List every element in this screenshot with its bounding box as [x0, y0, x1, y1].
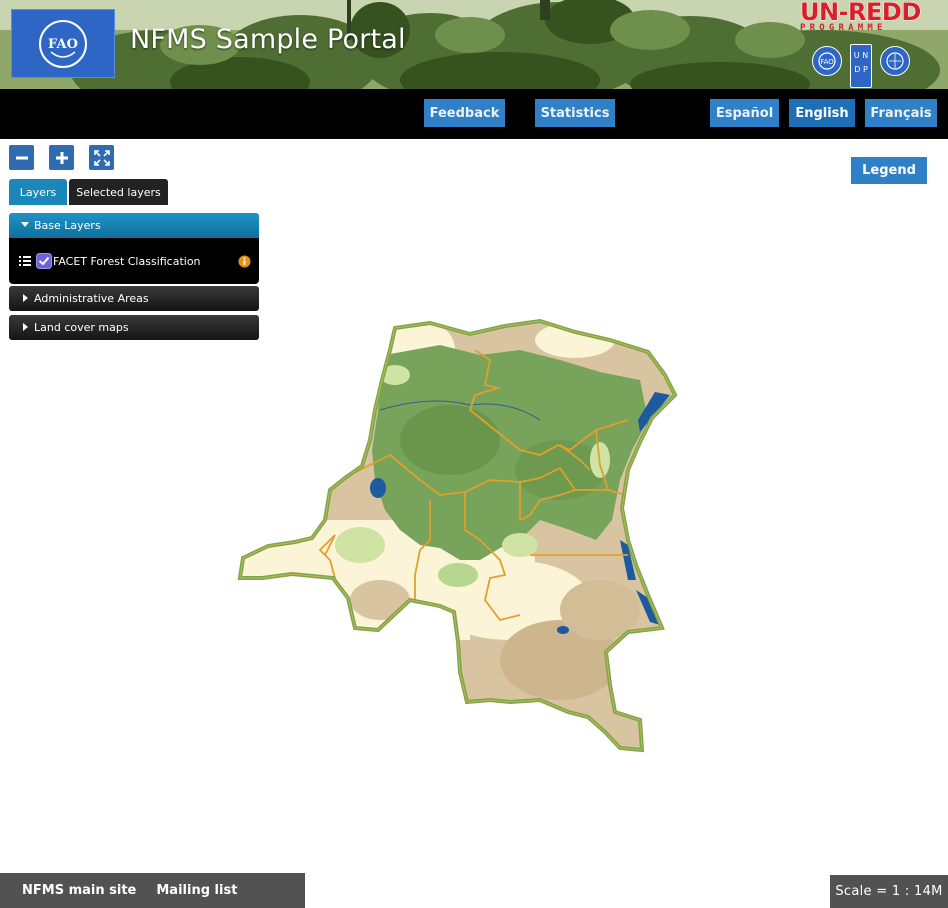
svg-text:U N: U N — [854, 51, 868, 60]
language-fr-button[interactable]: Français — [865, 99, 937, 127]
feedback-button[interactable]: Feedback — [424, 99, 505, 127]
portal-app: FAO NFMS Sample Portal UN-REDD PROGRAMME… — [0, 0, 948, 908]
chevron-down-icon — [21, 222, 29, 227]
chevron-right-icon — [23, 323, 28, 331]
minus-icon — [15, 156, 28, 159]
language-es-button[interactable]: Español — [710, 99, 779, 127]
header-banner: FAO NFMS Sample Portal UN-REDD PROGRAMME… — [0, 0, 948, 89]
legend-button[interactable]: Legend — [851, 157, 927, 184]
fao-logo[interactable]: FAO — [11, 9, 115, 78]
tab-layers[interactable]: Layers — [9, 179, 67, 205]
statistics-button[interactable]: Statistics — [535, 99, 615, 127]
layer-checkbox[interactable] — [36, 253, 52, 269]
group-base-layers[interactable]: Base Layers — [9, 213, 259, 238]
layer-label: FACET Forest Classification — [53, 254, 201, 268]
group-land-cover-maps[interactable]: Land cover maps — [9, 315, 259, 340]
chevron-right-icon — [23, 294, 28, 302]
info-icon[interactable] — [238, 255, 251, 268]
svg-text:D P: D P — [854, 65, 868, 74]
svg-text:FAO: FAO — [48, 37, 78, 52]
undp-icon: U N D P — [850, 44, 872, 88]
unep-icon — [880, 46, 910, 76]
group-label: Land cover maps — [34, 321, 129, 334]
base-layers-list: FACET Forest Classification — [9, 238, 259, 284]
full-extent-button[interactable] — [89, 145, 114, 170]
scale-indicator: Scale = 1 : 14M — [830, 875, 948, 908]
tab-selected-layers[interactable]: Selected layers — [69, 179, 168, 205]
footer-bar: NFMS main site Mailing list — [0, 873, 305, 908]
language-en-button[interactable]: English — [789, 99, 855, 127]
mailing-list-link[interactable]: Mailing list — [156, 883, 237, 898]
group-label: Base Layers — [34, 219, 101, 232]
layer-item-facet: FACET Forest Classification — [19, 253, 251, 269]
un-redd-subtitle: PROGRAMME — [800, 23, 887, 33]
group-administrative-areas[interactable]: Administrative Areas — [9, 286, 259, 311]
top-nav-bar: Feedback Statistics Español English Fran… — [0, 89, 948, 139]
group-label: Administrative Areas — [34, 292, 149, 305]
fao-emblem-icon: FAO — [39, 19, 87, 68]
portal-title: NFMS Sample Portal — [130, 24, 406, 55]
plus-icon — [55, 151, 68, 164]
nfms-main-site-link[interactable]: NFMS main site — [22, 883, 136, 898]
list-icon[interactable] — [19, 255, 33, 267]
zoom-in-button[interactable] — [49, 145, 74, 170]
expand-icon — [93, 149, 110, 166]
fao-icon: FAO — [812, 46, 842, 76]
svg-text:FAO: FAO — [820, 58, 834, 66]
zoom-out-button[interactable] — [9, 145, 34, 170]
